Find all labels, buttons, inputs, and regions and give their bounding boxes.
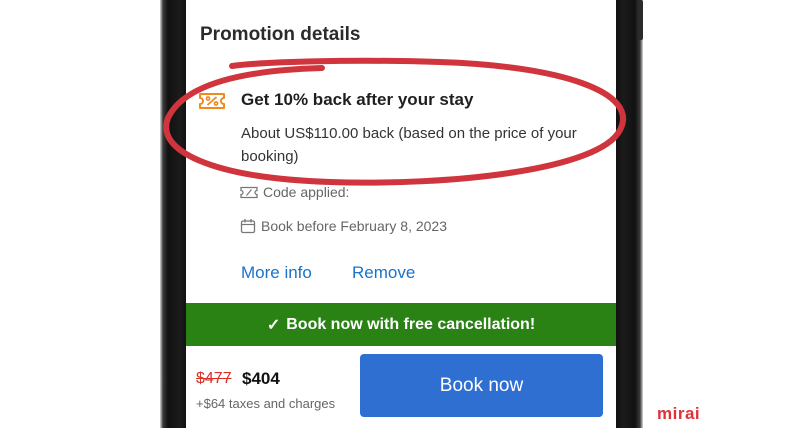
checkmark-icon: ✓ [266, 316, 281, 334]
taxes-and-charges: +$64 taxes and charges [196, 396, 336, 411]
mirai-logo: mirai [657, 404, 701, 423]
coupon-icon [199, 93, 225, 109]
original-price: $477 [196, 370, 232, 387]
calendar-icon [240, 219, 256, 234]
book-now-button[interactable]: Book now [360, 354, 603, 417]
free-cancellation-text: Book now with free cancellation! [286, 315, 536, 333]
section-title: Promotion details [200, 24, 361, 45]
remove-link[interactable]: Remove [352, 263, 415, 283]
screenshot-stage: Promotion details Get 10% back after you… [0, 0, 800, 428]
deadline-text: Book before February 8, 2023 [261, 218, 448, 234]
code-applied-row: Code applied: [240, 184, 349, 200]
phone-frame-right [613, 0, 643, 428]
promotion-description: About US$110.00 back (based on the price… [241, 125, 577, 165]
phone-screen: Promotion details Get 10% back after you… [186, 0, 616, 428]
code-applied-label: Code applied: [263, 184, 350, 200]
phone-side-button [638, 0, 643, 40]
code-ticket-icon [240, 186, 258, 198]
more-info-link[interactable]: More info [241, 263, 312, 283]
deadline-row: Book before February 8, 2023 [240, 218, 447, 234]
free-cancellation-banner: ✓ Book now with free cancellation! [186, 303, 616, 346]
current-price: $404 [242, 369, 280, 388]
promotion-title: Get 10% back after your stay [241, 90, 474, 109]
